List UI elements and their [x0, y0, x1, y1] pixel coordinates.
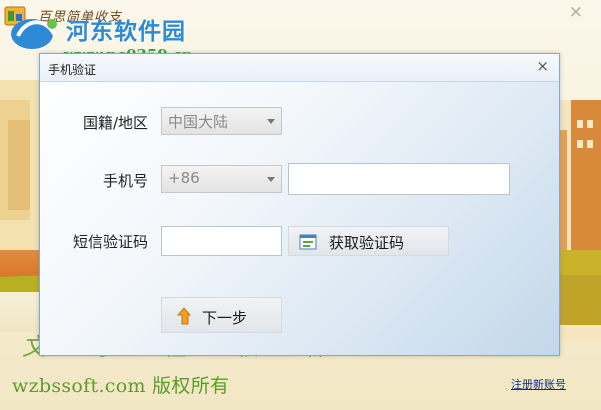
register-link[interactable]: 注册新账号: [511, 376, 566, 392]
phone-number-input[interactable]: [288, 163, 510, 195]
region-label: 国籍/地区: [82, 114, 148, 132]
dialog-titlebar[interactable]: 手机验证 ×: [40, 54, 559, 82]
dialog-title: 手机验证: [48, 63, 97, 77]
copyright-text: wzbssoft.com 版权所有: [12, 375, 230, 397]
next-step-label: 下一步: [202, 309, 248, 327]
dropdown-arrow-icon: [267, 177, 275, 182]
next-step-button[interactable]: 下一步: [161, 297, 282, 333]
next-step-icon: [176, 307, 192, 325]
sms-code-icon: [299, 234, 317, 250]
phone-label: 手机号: [102, 172, 148, 190]
close-icon[interactable]: ×: [536, 57, 549, 75]
get-code-label: 获取验证码: [329, 234, 405, 252]
country-code-select[interactable]: +86: [161, 165, 282, 193]
app-close-icon[interactable]: ×: [569, 2, 583, 22]
watermark-title: 河东软件园: [66, 19, 186, 45]
watermark-logo-icon: [11, 19, 57, 49]
region-select[interactable]: 中国大陆: [161, 107, 282, 135]
background-left-art: [0, 80, 40, 250]
dropdown-arrow-icon: [267, 119, 275, 124]
country-code-value: +86: [168, 169, 200, 187]
region-select-value: 中国大陆: [168, 113, 229, 131]
sms-code-label: 短信验证码: [72, 233, 148, 251]
sms-code-input[interactable]: [161, 226, 282, 256]
phone-verification-dialog: 手机验证 × 国籍/地区 中国大陆 手机号 +86 短信验证码 获取验证码 下一…: [39, 53, 560, 356]
get-code-button[interactable]: 获取验证码: [288, 226, 449, 256]
